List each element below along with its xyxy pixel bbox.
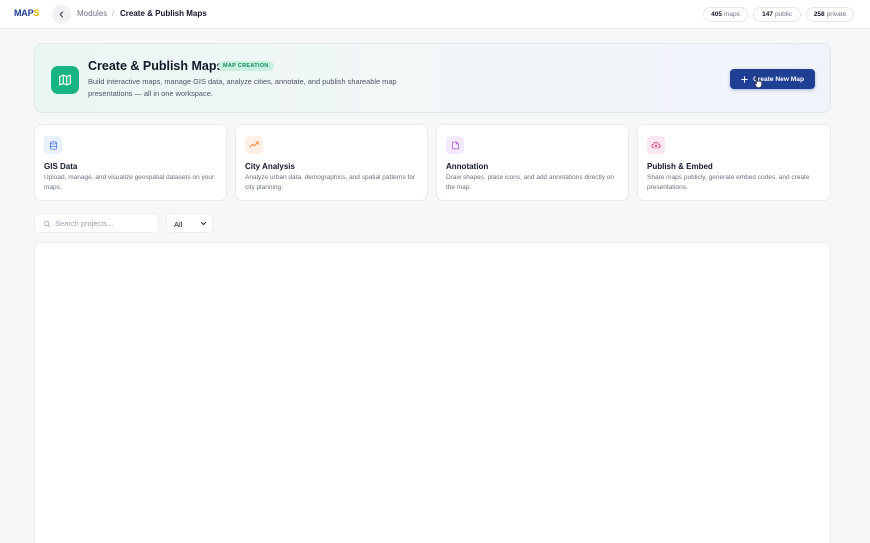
feature-description: Analyze urban data, demographics, and sp…: [245, 174, 416, 191]
filter-select[interactable]: All: [166, 213, 213, 233]
stat-label: private: [826, 11, 847, 18]
mouse-pointer-icon: [754, 76, 763, 89]
feature-title: Publish & Embed: [647, 162, 713, 171]
stat-value: 405: [711, 11, 722, 18]
cloud-upload-icon: [647, 136, 665, 154]
map-icon: [51, 66, 79, 94]
stat-value: 258: [813, 11, 825, 18]
chevron-left-icon: [59, 11, 64, 18]
feature-card-annotation[interactable]: Annotation Draw shapes, place icons, and…: [436, 124, 629, 201]
feature-card-gis-data[interactable]: GIS Data Upload, manage, and visualize g…: [34, 124, 227, 201]
back-button[interactable]: [52, 5, 71, 24]
plus-icon: [741, 75, 748, 83]
search-icon: [43, 220, 51, 228]
stat-public-badge: 147 public: [753, 7, 801, 22]
breadcrumb-modules[interactable]: Modules: [77, 9, 107, 18]
search-box: [34, 213, 159, 233]
app-logo[interactable]: MAP S: [14, 8, 39, 18]
logo-accent-text: S: [33, 8, 40, 18]
category-badge: MAP CREATION: [218, 61, 274, 71]
create-new-map-button[interactable]: Create New Map: [730, 69, 815, 89]
feature-title: Annotation: [446, 162, 489, 171]
feature-description: Upload, manage, and visualize geospatial…: [44, 174, 215, 191]
page-title: Create & Publish Maps: [88, 59, 224, 73]
projects-panel: [34, 242, 831, 543]
stat-label: maps: [723, 11, 740, 18]
stat-value: 147: [762, 11, 773, 18]
hero-banner: Create & Publish Maps MAP CREATION Build…: [34, 43, 831, 113]
filter-selected-value: All: [174, 220, 183, 229]
feature-description: Share maps publicly, generate embed code…: [647, 174, 810, 191]
stat-private-badge: 258 private: [806, 7, 854, 22]
breadcrumb-current: Create & Publish Maps: [120, 9, 207, 18]
top-bar: MAP S Modules / Create & Publish Maps 405…: [0, 0, 870, 29]
stat-maps-badge: 405 maps: [703, 7, 748, 22]
feature-title: City Analysis: [245, 162, 295, 171]
trend-line-icon: [245, 136, 263, 154]
database-icon: [44, 136, 62, 154]
stat-label: public: [774, 11, 792, 18]
chevron-down-icon: [200, 221, 207, 226]
breadcrumb-separator: /: [112, 9, 115, 18]
logo-text: MAP: [14, 8, 34, 18]
note-icon: [446, 136, 464, 154]
feature-description: Draw shapes, place icons, and add annota…: [446, 174, 615, 191]
feature-card-city-analysis[interactable]: City Analysis Analyze urban data, demogr…: [235, 124, 428, 201]
hero-description: Build interactive maps, manage GIS data,…: [88, 77, 397, 98]
feature-card-publish-embed[interactable]: Publish & Embed Share maps publicly, gen…: [637, 124, 831, 201]
search-input[interactable]: [55, 217, 155, 230]
feature-title: GIS Data: [44, 162, 78, 171]
